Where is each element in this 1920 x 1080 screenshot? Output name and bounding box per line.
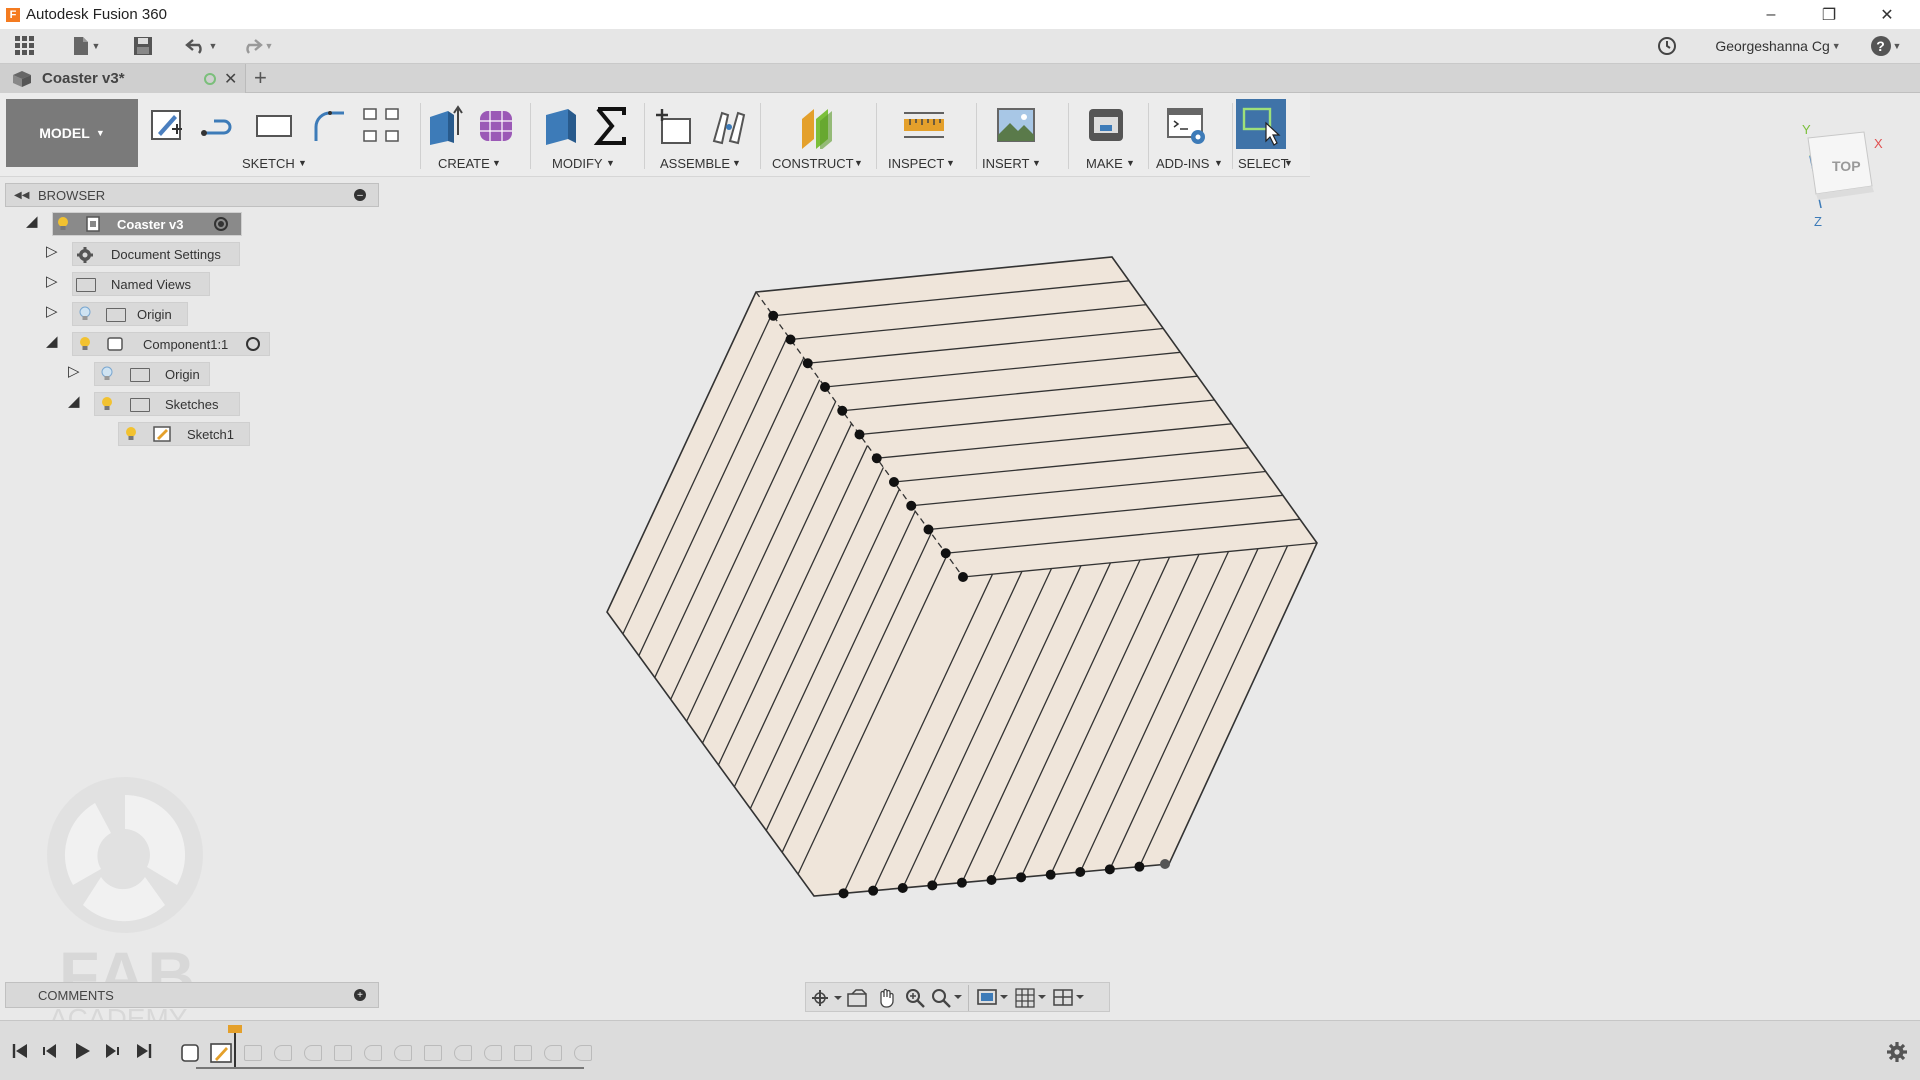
timeline-feature-icon[interactable] <box>274 1045 292 1061</box>
view-cube-face[interactable]: TOP <box>1832 158 1861 174</box>
navigation-bar <box>805 982 1110 1012</box>
sketch-point[interactable] <box>986 875 997 885</box>
model-viewport[interactable] <box>0 0 1920 1080</box>
fit-zoom-window-icon[interactable] <box>930 987 964 1009</box>
timeline-feature-icon[interactable] <box>334 1045 352 1061</box>
timeline-feature-icon[interactable] <box>454 1045 472 1061</box>
timeline-feature-icon[interactable] <box>484 1045 502 1061</box>
sketch-point[interactable] <box>854 429 865 440</box>
sketch-point[interactable] <box>868 885 879 896</box>
zoom-icon[interactable] <box>904 987 926 1009</box>
sketch-point[interactable] <box>768 310 779 321</box>
timeline-component-icon[interactable] <box>180 1043 200 1063</box>
axis-z-label: Z <box>1814 214 1822 229</box>
sketch-point[interactable] <box>940 548 951 559</box>
timeline-feature-icon[interactable] <box>304 1045 322 1061</box>
sketch-point[interactable] <box>923 524 934 535</box>
go-to-end-icon[interactable] <box>134 1041 154 1061</box>
step-forward-icon[interactable] <box>102 1041 122 1061</box>
timeline-feature-icon[interactable] <box>244 1045 262 1061</box>
timeline-settings-gear-icon[interactable] <box>1886 1041 1908 1063</box>
sketch-point[interactable] <box>802 358 813 369</box>
sketch-point[interactable] <box>927 880 938 891</box>
timeline-feature-icon[interactable] <box>394 1045 412 1061</box>
pan-hand-icon[interactable] <box>876 987 898 1009</box>
sketch-point[interactable] <box>1045 869 1056 880</box>
sketch-point[interactable] <box>785 334 796 345</box>
sketch-point[interactable] <box>897 883 908 893</box>
play-icon[interactable] <box>72 1041 92 1061</box>
look-at-icon[interactable] <box>846 988 868 1008</box>
sketch-point[interactable] <box>837 405 848 416</box>
axis-x-label: X <box>1874 136 1883 151</box>
comments-title: COMMENTS <box>38 987 114 1003</box>
timeline-track <box>196 1067 584 1069</box>
timeline-feature-icon[interactable] <box>364 1045 382 1061</box>
add-comment-icon[interactable]: + <box>354 989 366 1001</box>
sketch-point <box>1160 859 1170 869</box>
orbit-icon[interactable] <box>810 988 844 1008</box>
comments-panel[interactable]: COMMENTS + <box>5 982 379 1008</box>
timeline-feature-icon[interactable] <box>544 1045 562 1061</box>
axis-y-label: Y <box>1802 122 1811 137</box>
go-to-start-icon[interactable] <box>10 1041 30 1061</box>
step-back-icon[interactable] <box>40 1041 60 1061</box>
sketch-point <box>958 572 968 582</box>
sketch-point[interactable] <box>1075 867 1086 877</box>
timeline-bar <box>0 1020 1920 1080</box>
timeline-marker-handle-icon[interactable] <box>228 1025 242 1033</box>
sketch-point[interactable] <box>838 888 849 899</box>
sketch-point[interactable] <box>1104 864 1115 875</box>
sketch-point[interactable] <box>956 877 967 888</box>
sketch-point[interactable] <box>820 382 830 392</box>
timeline-feature-icon[interactable] <box>424 1045 442 1061</box>
timeline-feature-icon[interactable] <box>514 1045 532 1061</box>
sketch-point[interactable] <box>889 477 899 487</box>
grid-settings-icon[interactable] <box>1014 987 1048 1009</box>
display-settings-icon[interactable] <box>976 987 1010 1009</box>
sketch-point[interactable] <box>1016 872 1027 883</box>
viewports-icon[interactable] <box>1052 987 1086 1009</box>
view-cube[interactable]: TOP X Y Z <box>1802 122 1883 229</box>
timeline-feature-icon[interactable] <box>574 1045 592 1061</box>
sketch-point[interactable] <box>1134 861 1145 872</box>
timeline-sketch-icon[interactable] <box>210 1043 232 1063</box>
sketch-point[interactable] <box>871 453 882 464</box>
sketch-point[interactable] <box>906 500 917 511</box>
